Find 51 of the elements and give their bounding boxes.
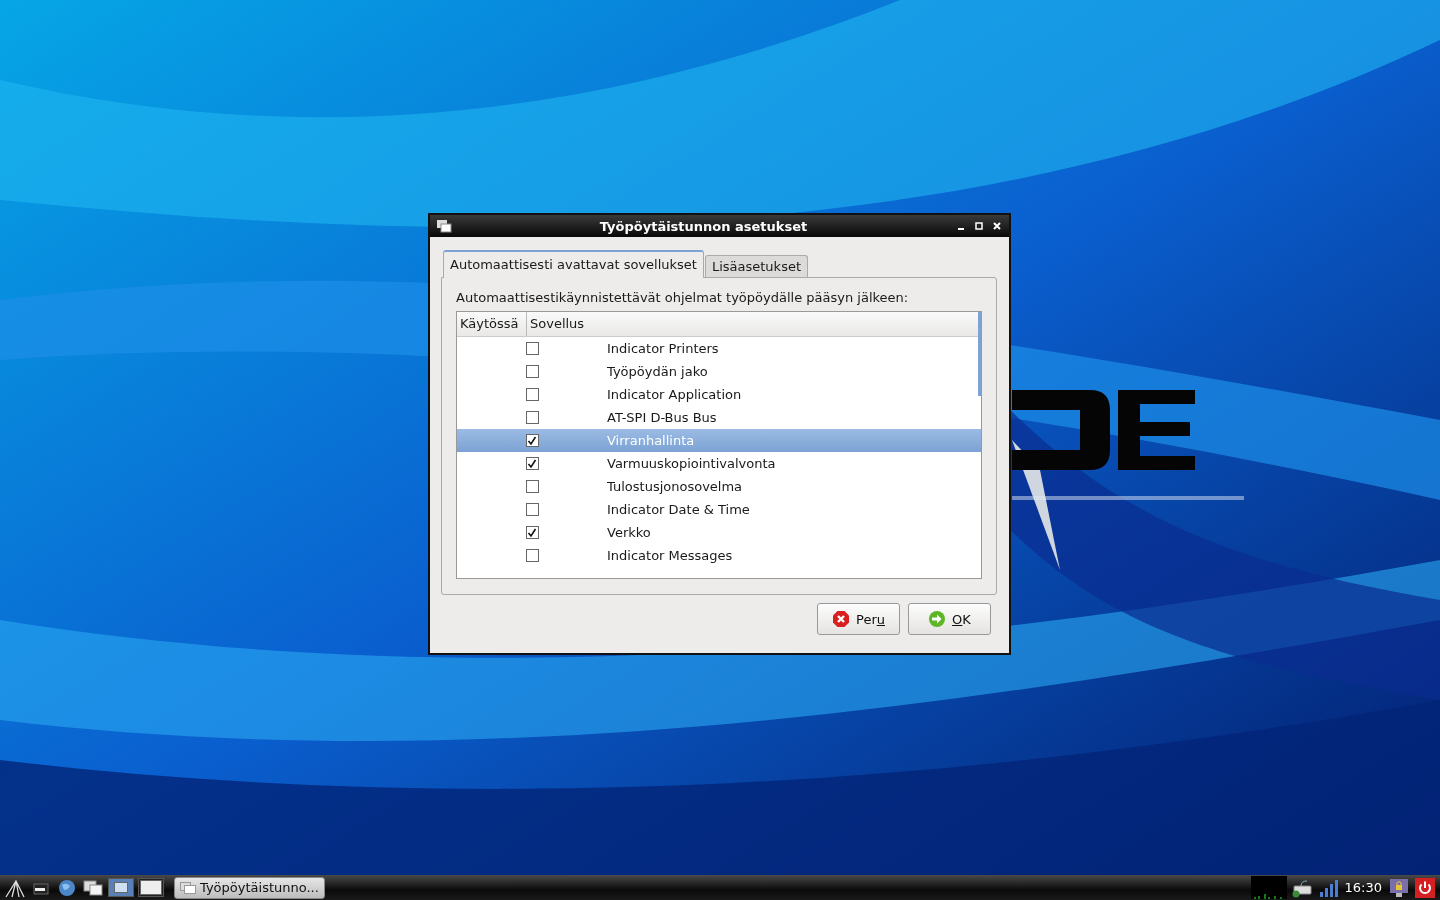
clock[interactable]: 16:30 bbox=[1342, 880, 1384, 895]
app-name: Indicator Application bbox=[607, 387, 742, 402]
column-header[interactable]: Sovellus bbox=[527, 312, 588, 336]
app-name: Virranhallinta bbox=[607, 433, 695, 448]
windows-icon[interactable] bbox=[82, 877, 104, 898]
list-row[interactable]: Tulostusjonosovelma bbox=[457, 475, 981, 498]
column-header[interactable]: Käytössä bbox=[457, 312, 527, 336]
checkbox[interactable] bbox=[525, 503, 539, 516]
description-label: Automaattisestikäynnistettävät ohjelmat työpöydälle pääsyn jälkeen: bbox=[456, 290, 910, 305]
globe-icon[interactable] bbox=[56, 877, 78, 898]
checkbox[interactable] bbox=[525, 457, 539, 470]
list-row[interactable]: Työpöydän jako bbox=[457, 360, 981, 383]
list-row[interactable]: Indicator Printers bbox=[457, 337, 981, 360]
window-title: Työpöytäistunnon asetukset bbox=[598, 218, 809, 234]
cancel-icon bbox=[832, 610, 850, 628]
close-icon[interactable] bbox=[991, 220, 1003, 232]
task-button[interactable]: Työpöytäistunno... bbox=[174, 876, 325, 899]
list-row[interactable]: Varmuuskopiointivalvonta bbox=[457, 452, 981, 475]
app-name: Indicator Messages bbox=[607, 548, 733, 563]
app-name: Verkko bbox=[607, 525, 651, 540]
list-row[interactable]: Verkko bbox=[457, 521, 981, 544]
app-name: AT-SPI D-Bus Bus bbox=[607, 410, 717, 425]
checkbox[interactable] bbox=[525, 526, 539, 539]
checkbox[interactable] bbox=[525, 434, 539, 447]
app-name: Tulostusjonosovelma bbox=[607, 479, 743, 494]
checkbox[interactable] bbox=[525, 549, 539, 562]
power-icon[interactable] bbox=[1414, 877, 1436, 898]
tab[interactable]: Automaattisesti avattavat sovellukset bbox=[443, 250, 704, 278]
checkbox[interactable] bbox=[525, 365, 539, 378]
list-row[interactable]: AT-SPI D-Bus Bus bbox=[457, 406, 981, 429]
lock-icon[interactable] bbox=[1388, 877, 1410, 898]
checkbox[interactable] bbox=[525, 342, 539, 355]
workspace-button[interactable] bbox=[138, 878, 164, 897]
checkbox[interactable] bbox=[525, 480, 539, 493]
keyboard-icon[interactable] bbox=[1290, 877, 1313, 898]
windows-icon bbox=[436, 219, 452, 233]
maximize-icon[interactable] bbox=[973, 220, 985, 232]
app-name: Indicator Printers bbox=[607, 341, 719, 356]
ok-button[interactable]: OK bbox=[908, 603, 991, 635]
app-name: Työpöydän jako bbox=[607, 364, 708, 379]
windows-icon bbox=[180, 881, 196, 894]
list-row[interactable]: Indicator Date & Time bbox=[457, 498, 981, 521]
checkbox[interactable] bbox=[525, 388, 539, 401]
tab[interactable]: Lisäasetukset bbox=[704, 255, 808, 277]
scrollbar[interactable] bbox=[978, 312, 981, 396]
cancel-button[interactable]: Peru bbox=[817, 603, 900, 635]
list-row[interactable]: Indicator Application bbox=[457, 383, 981, 406]
checkbox[interactable] bbox=[525, 411, 539, 424]
app-name: Indicator Date & Time bbox=[607, 502, 750, 517]
app-name: Varmuuskopiointivalvonta bbox=[607, 456, 776, 471]
list-row[interactable]: Indicator Messages bbox=[457, 544, 981, 567]
